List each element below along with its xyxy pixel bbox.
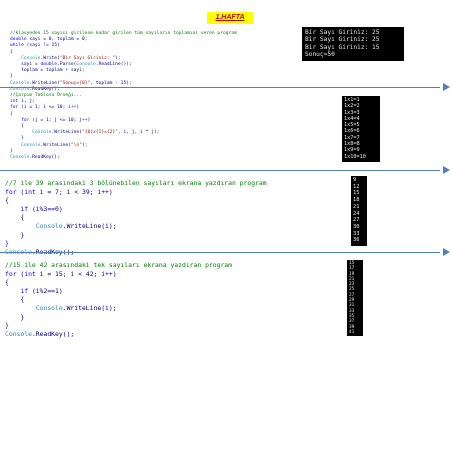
- code-block-multiplication-table: //Çarpım Tablosu Örneği... int i, j; for (…: [10, 93, 159, 161]
- code-line: Console.WriteLine(i);: [35, 221, 117, 230]
- output-line: 21: [353, 203, 360, 210]
- output-line: Bir Sayı Giriniz: 25: [305, 29, 380, 36]
- output-line: 15: [353, 190, 360, 197]
- output-line: 18: [353, 197, 360, 204]
- output-line: Bir Sayı Giriniz: 25: [305, 36, 380, 44]
- console-output-odd: 15 17 19 21 23 25 27 29 31 33 35 37 39 41: [347, 260, 363, 336]
- divider-arrow-1: [443, 83, 450, 91]
- divider-arrow-2: [443, 166, 450, 174]
- section-divider-1: [0, 87, 440, 88]
- console-output-divisible: 9 12 15 18 21 24 27 30 33 36: [351, 176, 367, 246]
- output-line: 9: [353, 177, 357, 183]
- code-block-sum-until-15: //klavyeden 15 sayısı girilene kadar gir…: [10, 31, 237, 93]
- code-line: Console.WriteLine(i);: [35, 303, 117, 312]
- output-line: 12: [353, 183, 360, 190]
- code-line: if (i%2==1): [20, 286, 63, 295]
- output-line: 41: [349, 329, 355, 335]
- output-line: 36: [353, 237, 360, 244]
- code-line: //15 ile 42 arasındaki tek sayıları ekra…: [5, 261, 233, 269]
- code-line: {: [5, 196, 9, 205]
- code-line: for (int i = 15; i < 42; i++): [5, 269, 117, 278]
- code-line: {: [5, 295, 25, 304]
- code-line: }: [5, 239, 9, 248]
- console-output-sum: Bir Sayı Giriniz: 25 Bir Sayı Giriniz: 25…: [302, 27, 404, 61]
- code-block-divisible-by-3: //7 ile 39 arasındaki 3 bölünebilen sayı…: [5, 179, 267, 256]
- code-line: }: [5, 312, 25, 321]
- code-line: Console.ReadKey();: [10, 155, 60, 161]
- code-block-odd-numbers: //15 ile 42 arasındaki tek sayıları ekra…: [5, 261, 232, 338]
- code-line: {: [5, 213, 25, 222]
- output-line: 33: [353, 230, 360, 237]
- section-divider-3: [0, 252, 440, 253]
- code-line: }: [5, 230, 25, 239]
- output-line: Bir Sayı Giriniz: 15: [305, 43, 380, 51]
- code-line: {: [5, 278, 9, 287]
- output-line: 1x10=10: [344, 153, 366, 160]
- output-line: 24: [353, 210, 360, 217]
- output-line: Sonuç=50: [305, 51, 335, 59]
- code-line: if (i%3==0): [20, 204, 63, 213]
- output-line: 27: [353, 217, 360, 224]
- code-line: //7 ile 39 arasındaki 3 bölünebilen sayı…: [5, 179, 267, 187]
- section-divider-2: [0, 170, 440, 171]
- divider-arrow-3: [443, 248, 450, 256]
- code-line: }: [5, 321, 9, 330]
- code-line: Console.ReadKey();: [5, 329, 75, 338]
- code-line: for (int i = 7; i < 39; i++): [5, 187, 113, 196]
- page-title: 1.HAFTA: [207, 12, 253, 24]
- console-output-multiplication: 1x1=1 1x2=2 1x3=3 1x4=4 1x5=5 1x6=6 1x7=7 1x8=8…: [342, 96, 380, 162]
- code-line: Console.WriteLine("{0}x{1}={2}", i, j, i…: [32, 130, 160, 136]
- output-line: 30: [353, 223, 360, 230]
